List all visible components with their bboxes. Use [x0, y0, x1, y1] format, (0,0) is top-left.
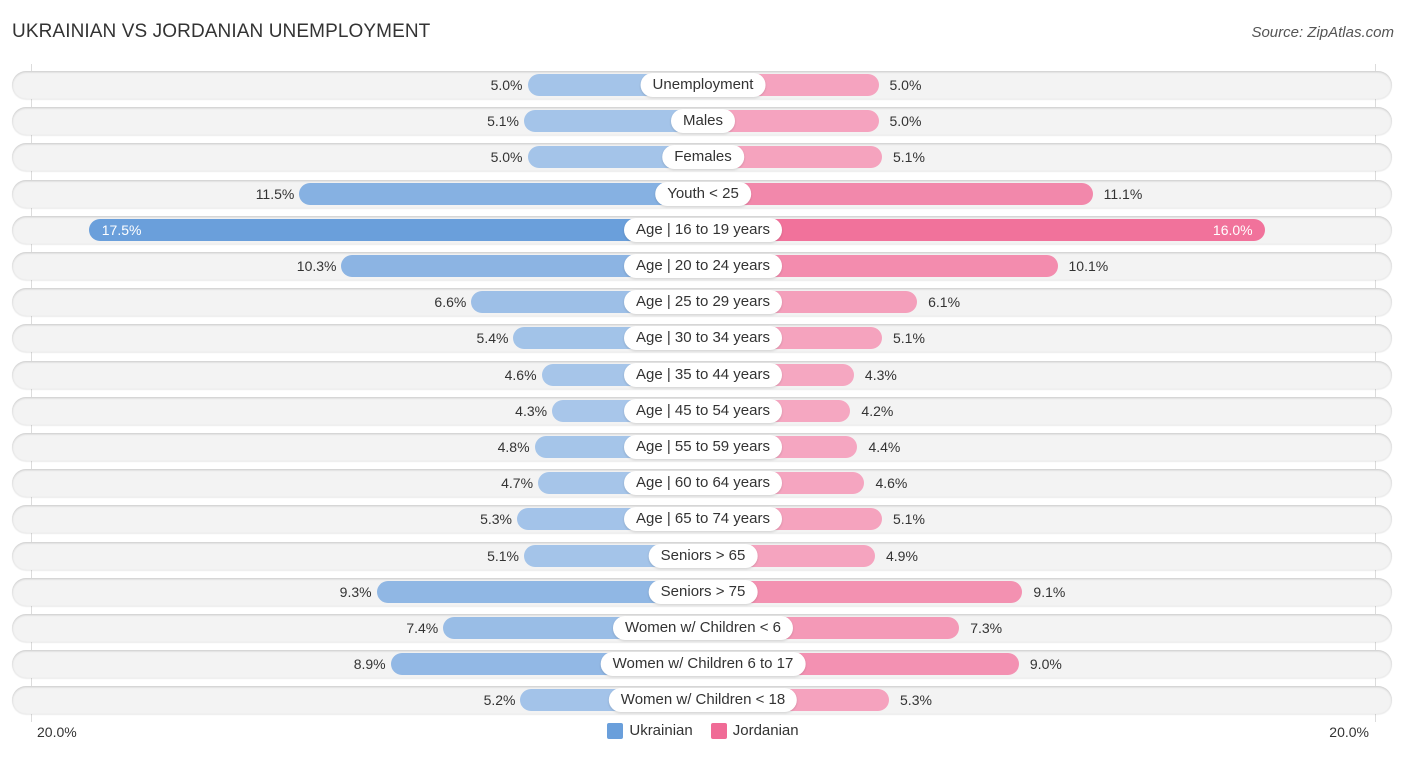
- category-label: Youth < 25: [655, 181, 751, 206]
- bar-ukrainian[interactable]: [88, 218, 703, 241]
- chart-area: 5.0% 5.0% Unemployment 5.1% 5.0% Males 5.0% 5.1…: [0, 0, 1406, 757]
- value-label-jordanian: 4.2%: [861, 402, 894, 419]
- value-label-jordanian: 10.1%: [1068, 258, 1109, 274]
- value-label-ukrainian: 5.3%: [480, 511, 512, 528]
- category-label: Females: [662, 145, 744, 170]
- bar-jordanian[interactable]: [703, 218, 1265, 241]
- value-label-ukrainian: 5.0%: [490, 149, 523, 166]
- value-label-jordanian: 5.1%: [893, 511, 925, 528]
- legend-item-jordanian[interactable]: Jordanian: [710, 722, 799, 739]
- category-label: Age | 16 to 19 years: [624, 217, 782, 242]
- bar-ukrainian[interactable]: [299, 182, 703, 205]
- value-label-ukrainian: 4.8%: [497, 439, 530, 455]
- value-label-jordanian: 4.3%: [864, 366, 897, 383]
- category-label: Age | 25 to 29 years: [624, 290, 782, 315]
- value-label-ukrainian: 6.6%: [434, 294, 467, 311]
- category-label: Age | 60 to 64 years: [624, 471, 782, 496]
- value-label-jordanian: 6.1%: [928, 294, 961, 311]
- value-label-ukrainian: 5.4%: [476, 330, 509, 347]
- value-label-ukrainian: 5.2%: [483, 692, 516, 709]
- category-label: Age | 35 to 44 years: [624, 362, 782, 387]
- value-label-jordanian: 5.1%: [893, 149, 925, 166]
- value-label-jordanian: 4.4%: [868, 439, 901, 455]
- value-label-jordanian: 9.0%: [1029, 656, 1062, 673]
- value-label-jordanian: 4.6%: [875, 475, 908, 492]
- category-label: Age | 20 to 24 years: [624, 254, 782, 278]
- value-label-ukrainian: 17.5%: [101, 221, 142, 238]
- value-label-ukrainian: 10.3%: [296, 258, 337, 274]
- category-label: Age | 30 to 34 years: [624, 326, 782, 351]
- legend-swatch-ukrainian: [607, 722, 624, 739]
- legend-label-jordanian: Jordanian: [732, 722, 799, 739]
- legend: Ukrainian Jordanian: [0, 722, 1406, 739]
- legend-swatch-jordanian: [710, 722, 727, 739]
- category-label: Seniors > 65: [648, 543, 758, 568]
- category-label: Women w/ Children < 6: [612, 616, 794, 640]
- value-label-jordanian: 5.0%: [889, 77, 922, 93]
- value-label-jordanian: 16.0%: [1212, 221, 1253, 238]
- category-label: Age | 65 to 74 years: [624, 507, 782, 532]
- category-label: Males: [670, 109, 736, 134]
- category-label: Age | 55 to 59 years: [624, 435, 782, 459]
- value-label-jordanian: 5.3%: [900, 692, 932, 709]
- value-label-ukrainian: 5.1%: [487, 547, 519, 564]
- value-label-ukrainian: 11.5%: [255, 185, 295, 202]
- value-label-ukrainian: 5.0%: [490, 77, 523, 93]
- value-label-ukrainian: 9.3%: [339, 583, 372, 600]
- category-label: Women w/ Children < 18: [608, 688, 798, 713]
- value-label-ukrainian: 7.4%: [406, 620, 439, 636]
- value-label-jordanian: 11.1%: [1103, 185, 1143, 202]
- value-label-jordanian: 4.9%: [885, 547, 918, 564]
- value-label-ukrainian: 4.7%: [501, 475, 534, 492]
- legend-label-ukrainian: Ukrainian: [629, 722, 693, 739]
- value-label-jordanian: 5.0%: [889, 113, 922, 130]
- category-label: Age | 45 to 54 years: [624, 398, 782, 423]
- category-label: Women w/ Children 6 to 17: [600, 652, 806, 677]
- value-label-ukrainian: 8.9%: [353, 656, 386, 673]
- value-label-jordanian: 7.3%: [970, 620, 1003, 636]
- value-label-jordanian: 5.1%: [893, 330, 925, 347]
- legend-item-ukrainian[interactable]: Ukrainian: [607, 722, 693, 739]
- category-label: Unemployment: [640, 73, 766, 97]
- value-label-ukrainian: 5.1%: [487, 113, 519, 130]
- value-label-ukrainian: 4.3%: [515, 402, 548, 419]
- value-label-jordanian: 9.1%: [1033, 583, 1066, 600]
- category-label: Seniors > 75: [648, 579, 758, 604]
- bar-jordanian[interactable]: [703, 182, 1093, 205]
- value-label-ukrainian: 4.6%: [504, 366, 537, 383]
